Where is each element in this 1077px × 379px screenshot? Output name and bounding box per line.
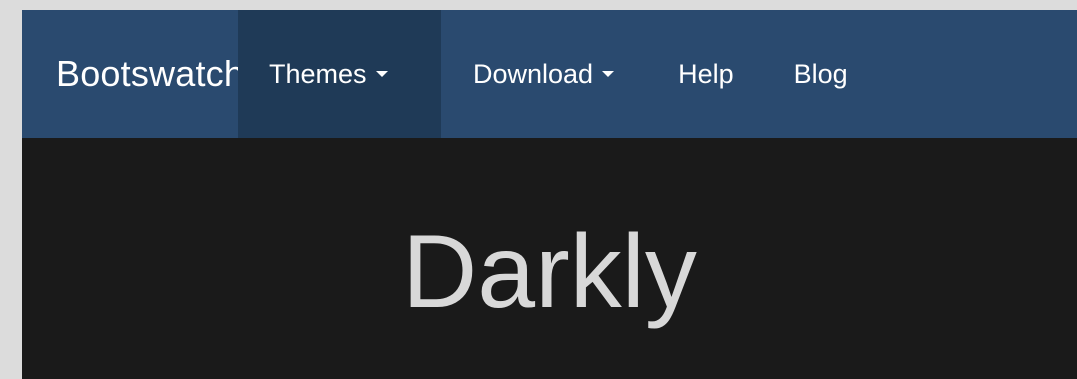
nav-item-themes[interactable]: Themes	[238, 10, 441, 138]
nav-item-label: Help	[678, 58, 734, 89]
browser-viewport: Bootswatch Themes Download Help Blog Dar…	[22, 10, 1077, 379]
nav-item-download[interactable]: Download	[441, 10, 642, 138]
caret-down-icon	[602, 71, 615, 77]
caret-down-icon	[375, 71, 388, 77]
nav-item-label: Download	[473, 58, 594, 89]
nav-item-label: Blog	[793, 58, 848, 89]
page-title: Darkly	[402, 214, 697, 330]
brand-link[interactable]: Bootswatch	[22, 10, 244, 138]
nav-item-blog[interactable]: Blog	[764, 10, 879, 138]
hero-section: Darkly	[22, 138, 1077, 379]
navbar: Bootswatch Themes Download Help Blog	[22, 10, 1077, 138]
nav-item-label: Themes	[269, 58, 367, 89]
nav-item-help[interactable]: Help	[642, 10, 764, 138]
